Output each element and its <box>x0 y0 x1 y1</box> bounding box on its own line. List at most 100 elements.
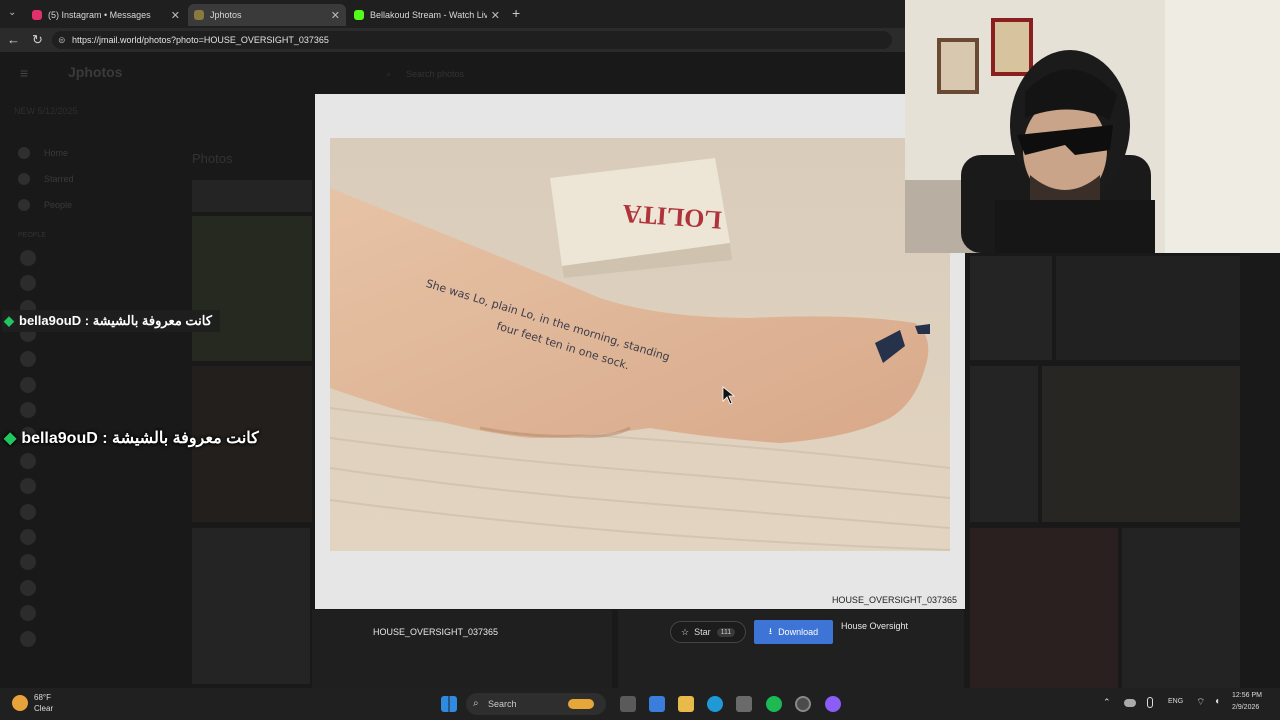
microphone-icon[interactable] <box>1147 697 1153 708</box>
photo-thumbnail[interactable] <box>192 528 310 684</box>
close-tab-icon[interactable]: ✕ <box>331 9 340 22</box>
search-highlight-icon <box>568 699 594 709</box>
close-tab-icon[interactable]: ✕ <box>171 9 180 22</box>
chat-message-text: bella9ouD : كانت معروفة بالشيشة <box>21 430 259 447</box>
sidebar-item-home[interactable]: Home <box>10 140 180 166</box>
weather-description: Clear <box>34 704 54 713</box>
taskbar-search[interactable]: ⌕ Search <box>466 693 606 715</box>
person-item[interactable] <box>10 397 180 422</box>
section-title: Photos <box>192 151 233 166</box>
chevron-up-icon[interactable]: ⌃ <box>1103 697 1111 708</box>
star-label: Star <box>694 627 711 637</box>
photo-thumbnail[interactable] <box>192 216 312 361</box>
person-item[interactable] <box>10 448 180 473</box>
chat-message: ◆ bella9ouD : كانت معروفة بالشيشة <box>2 310 220 332</box>
windows-start-icon[interactable] <box>441 696 457 712</box>
edge-browser-icon[interactable] <box>707 696 723 712</box>
weather-icon[interactable] <box>12 695 28 711</box>
avatar <box>20 605 36 622</box>
photo-thumbnail[interactable] <box>312 610 612 688</box>
wifi-icon[interactable]: ⌔ <box>1196 696 1205 709</box>
star-count: 111 <box>716 627 736 637</box>
volume-icon[interactable]: ◖ <box>1214 696 1220 707</box>
person-item[interactable] <box>10 372 180 397</box>
tab-list-chevron-icon[interactable]: ⌄ <box>8 7 16 18</box>
download-button[interactable]: ⭳ Download <box>754 620 833 644</box>
download-icon: ⭳ <box>768 626 773 636</box>
messenger-icon[interactable] <box>825 696 841 712</box>
person-item[interactable] <box>10 575 180 600</box>
weather-temperature: 68°F <box>34 693 51 702</box>
reload-icon[interactable]: ↻ <box>32 32 43 48</box>
tab-title: Jphotos <box>210 10 242 20</box>
photo-thumbnail[interactable] <box>192 180 312 212</box>
photo-caption: HOUSE_OVERSIGHT_037365 <box>831 595 957 605</box>
close-tab-icon[interactable]: ✕ <box>491 9 500 22</box>
widgets-icon[interactable] <box>649 696 665 712</box>
avatar <box>20 630 36 647</box>
star-icon <box>18 173 30 185</box>
hamburger-menu-icon[interactable]: ≡ <box>20 65 28 81</box>
url-text: https://jmail.world/photos?photo=HOUSE_O… <box>72 35 329 45</box>
taskbar: 68°F Clear ⌕ Search ⌃ ENG ⌔ ◖ 12:56 PM 2… <box>0 688 1280 720</box>
site-info-icon[interactable]: ⊜ <box>58 31 66 49</box>
photo-thumbnail[interactable] <box>1042 366 1240 522</box>
avatar <box>20 452 36 469</box>
avatar <box>20 554 36 571</box>
input-language[interactable]: ENG <box>1168 698 1183 705</box>
gem-icon: ◆ <box>4 430 17 447</box>
taskbar-search-label: Search <box>488 699 517 709</box>
photo-search-input[interactable]: ⌕ Search photos <box>380 62 860 86</box>
store-icon[interactable] <box>736 696 752 712</box>
tab-jphotos[interactable]: Jphotos ✕ <box>188 4 346 26</box>
webcam-overlay <box>905 0 1280 253</box>
task-view-icon[interactable] <box>620 696 636 712</box>
spotify-icon[interactable] <box>766 696 782 712</box>
person-item[interactable] <box>10 600 180 625</box>
book: LOLITA <box>550 158 732 278</box>
photo-thumbnail[interactable] <box>970 528 1118 688</box>
search-placeholder: Search photos <box>406 69 465 79</box>
plus-icon[interactable]: + <box>512 5 520 21</box>
people-heading: PEOPLE <box>18 232 47 239</box>
avatar <box>20 579 36 596</box>
person-item[interactable] <box>10 347 180 372</box>
person-item[interactable] <box>10 474 180 499</box>
tab-kick-stream[interactable]: Bellakoud Stream - Watch Live on ✕ <box>348 4 506 26</box>
avatar <box>20 249 36 266</box>
avatar <box>20 503 36 520</box>
search-icon: ⌕ <box>386 69 392 79</box>
avatar <box>20 351 36 368</box>
star-button[interactable]: ☆ Star 111 <box>670 621 746 643</box>
file-explorer-icon[interactable] <box>678 696 694 712</box>
clock-time[interactable]: 12:56 PM <box>1232 692 1262 699</box>
onedrive-icon[interactable] <box>1124 699 1136 707</box>
sidebar-item-people[interactable]: People <box>10 192 180 218</box>
avatar <box>20 275 36 292</box>
chrome-icon[interactable] <box>795 696 811 712</box>
person-item[interactable] <box>10 270 180 295</box>
file-name: HOUSE_OVERSIGHT_037365 <box>373 627 499 637</box>
person-item[interactable] <box>10 499 180 524</box>
photo-thumbnail[interactable] <box>1056 256 1240 360</box>
sidebar-item-starred[interactable]: Starred <box>10 166 180 192</box>
avatar <box>20 376 36 393</box>
chat-message: ◆ bella9ouD : كانت معروفة بالشيشة <box>4 428 259 448</box>
collection-link[interactable]: House Oversight <box>841 621 908 631</box>
person-item[interactable] <box>10 626 180 651</box>
back-icon[interactable]: ← <box>7 32 20 48</box>
tab-title: (5) Instagram • Messages <box>48 10 151 20</box>
person-item[interactable] <box>10 524 180 549</box>
address-bar[interactable]: ⊜ https://jmail.world/photos?photo=HOUSE… <box>52 31 892 49</box>
photo-thumbnail[interactable] <box>1122 528 1240 688</box>
person-item[interactable] <box>10 245 180 270</box>
person-item[interactable] <box>10 550 180 575</box>
kick-icon <box>354 10 364 20</box>
tab-instagram[interactable]: (5) Instagram • Messages ✕ <box>26 4 186 26</box>
sidebar-item-label: Home <box>44 148 69 158</box>
download-label: Download <box>778 627 819 637</box>
clock-date[interactable]: 2/9/2026 <box>1232 704 1259 711</box>
people-icon <box>18 199 30 211</box>
photo-thumbnail[interactable] <box>970 366 1038 522</box>
photo-thumbnail[interactable] <box>970 256 1052 360</box>
